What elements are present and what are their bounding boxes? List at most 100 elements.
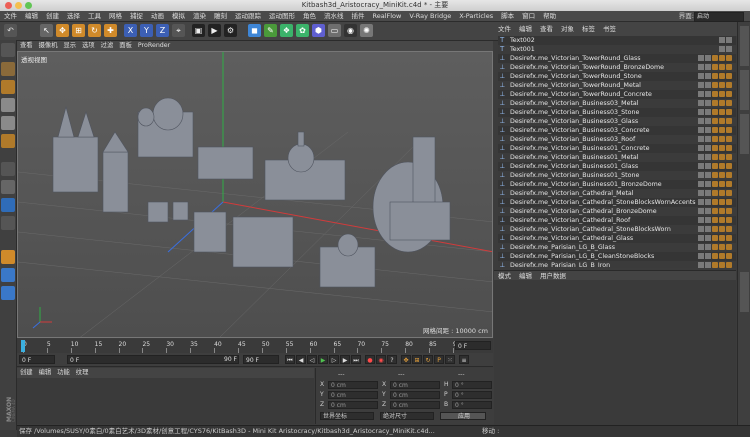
polygons-mode-icon[interactable] [1, 134, 15, 148]
model-mode-icon[interactable] [1, 62, 15, 76]
recent-tool-icon[interactable]: ✚ [104, 24, 117, 37]
material-tag-icon[interactable] [719, 253, 725, 259]
live-select-icon[interactable]: ↖ [40, 24, 53, 37]
object-row[interactable]: ⟂ Desirefx.me_Victorian_Business01_Concre… [498, 144, 736, 153]
viewport-menu-item[interactable]: 过滤 [98, 41, 117, 51]
material-tag-icon[interactable] [719, 127, 725, 133]
visibility-toggle-icon[interactable] [698, 235, 704, 241]
menu-item[interactable]: RealFlow [369, 11, 406, 21]
material-tag-icon[interactable] [726, 190, 732, 196]
material-tag-icon[interactable] [726, 262, 732, 268]
key-param-icon[interactable]: P [434, 355, 444, 364]
menu-item[interactable]: 运动跟踪 [231, 11, 265, 21]
material-tag-icon[interactable] [726, 226, 732, 232]
visibility-toggle-icon[interactable] [698, 145, 704, 151]
prev-frame-icon[interactable]: ◁ [307, 355, 317, 364]
object-row[interactable]: ⟂ Desirefx.me_Victorian_Cathedral_Glass [498, 234, 736, 243]
key-position-icon[interactable]: ✥ [401, 355, 411, 364]
lock-workplane-icon[interactable] [1, 216, 15, 230]
record-icon[interactable]: ● [365, 355, 375, 364]
object-row[interactable]: ⟂ Desirefx.me_Victorian_TowerRound_Metal [498, 81, 736, 90]
object-row[interactable]: ⟂ Desirefx.me_Victorian_Cathedral_StoneBl… [498, 225, 736, 234]
next-frame-icon[interactable]: ▷ [329, 355, 339, 364]
material-tag-icon[interactable] [726, 127, 732, 133]
locked-workplane-icon[interactable] [1, 250, 15, 264]
snap-icon[interactable] [1, 180, 15, 194]
menu-item[interactable]: 编辑 [21, 11, 42, 21]
material-tag-icon[interactable] [726, 64, 732, 70]
material-tag-icon[interactable] [719, 109, 725, 115]
viewport-menu-item[interactable]: ProRender [135, 41, 173, 51]
rotation-field[interactable]: 0 ° [452, 381, 492, 389]
light-icon[interactable]: ✺ [360, 24, 373, 37]
attributes-tab[interactable] [740, 272, 749, 312]
timeline[interactable]: 051015202530354045505560657075808590 0 F [17, 339, 493, 353]
menu-item[interactable]: 工具 [84, 11, 105, 21]
material-tag-icon[interactable] [726, 82, 732, 88]
size-mode-select[interactable]: 绝对尺寸 [380, 412, 434, 420]
close-window-button[interactable] [5, 2, 12, 9]
scale-icon[interactable]: ⊞ [72, 24, 85, 37]
material-menu-item[interactable]: 编辑 [36, 368, 55, 378]
material-manager[interactable] [17, 378, 314, 424]
enable-check-icon[interactable] [705, 100, 711, 106]
enable-check-icon[interactable] [705, 172, 711, 178]
goto-start-icon[interactable]: ⏮ [285, 355, 295, 364]
pen-icon[interactable]: ✎ [264, 24, 277, 37]
enable-check-icon[interactable] [705, 163, 711, 169]
material-tag-icon[interactable] [726, 109, 732, 115]
object-row[interactable]: ⟂ Desirefx.me_Victorian_TowerRound_Bronze… [498, 63, 736, 72]
menu-item[interactable]: 渲染 [189, 11, 210, 21]
material-tag-icon[interactable] [719, 235, 725, 241]
menu-item[interactable]: 插件 [348, 11, 369, 21]
layout-select[interactable]: 启动 [694, 12, 744, 22]
object-manager-menu-item[interactable]: 标签 [578, 24, 599, 34]
render-picture-viewer-icon[interactable]: ▶ [208, 24, 221, 37]
enable-check-icon[interactable] [705, 118, 711, 124]
object-row[interactable]: ⟂ Desirefx.me_Victorian_Cathedral_Roof [498, 216, 736, 225]
material-tag-icon[interactable] [719, 73, 725, 79]
enable-check-icon[interactable] [705, 73, 711, 79]
visibility-toggle-icon[interactable] [698, 73, 704, 79]
menu-item[interactable]: 角色 [299, 11, 320, 21]
axis-mode-icon[interactable] [1, 162, 15, 176]
visibility-toggle-icon[interactable] [719, 37, 725, 43]
auto-key-icon[interactable]: ◉ [376, 355, 386, 364]
enable-check-icon[interactable] [705, 145, 711, 151]
size-field[interactable]: 0 cm [390, 381, 440, 389]
material-tag-icon[interactable] [719, 145, 725, 151]
make-editable-icon[interactable] [1, 43, 15, 57]
edges-mode-icon[interactable] [1, 116, 15, 130]
material-tag-icon[interactable] [712, 64, 718, 70]
size-field[interactable]: 0 cm [390, 391, 440, 399]
menu-item[interactable]: 网格 [105, 11, 126, 21]
end-frame-field[interactable]: 90 F [243, 355, 279, 364]
visibility-toggle-icon[interactable] [698, 172, 704, 178]
visibility-toggle-icon[interactable] [698, 100, 704, 106]
material-tag-icon[interactable] [726, 91, 732, 97]
material-tag-icon[interactable] [719, 118, 725, 124]
material-tag-icon[interactable] [719, 217, 725, 223]
viewport-menu-item[interactable]: 查看 [17, 41, 36, 51]
material-tag-icon[interactable] [712, 208, 718, 214]
rotation-field[interactable]: 0 ° [452, 391, 492, 399]
move-icon[interactable]: ✥ [56, 24, 69, 37]
material-tag-icon[interactable] [726, 244, 732, 250]
menu-item[interactable]: 创建 [42, 11, 63, 21]
enable-check-icon[interactable] [705, 208, 711, 214]
coordinate-mode-select[interactable]: 世界坐标 [320, 412, 374, 420]
object-row[interactable]: ⟂ Desirefx.me_Victorian_Business03_Stone [498, 108, 736, 117]
points-mode-icon[interactable] [1, 98, 15, 112]
visibility-toggle-icon[interactable] [698, 109, 704, 115]
material-tag-icon[interactable] [726, 55, 732, 61]
visibility-toggle-icon[interactable] [698, 217, 704, 223]
minimize-window-button[interactable] [15, 2, 22, 9]
visibility-toggle-icon[interactable] [698, 262, 704, 268]
visibility-toggle-icon[interactable] [698, 118, 704, 124]
menu-item[interactable]: 流水线 [320, 11, 348, 21]
subdivision-icon[interactable]: ❖ [280, 24, 293, 37]
enable-check-icon[interactable] [705, 253, 711, 259]
visibility-toggle-icon[interactable] [698, 64, 704, 70]
menu-item[interactable]: 捕捉 [126, 11, 147, 21]
object-row[interactable]: ⟂ Desirefx.me_Victorian_Business01_Stone [498, 171, 736, 180]
